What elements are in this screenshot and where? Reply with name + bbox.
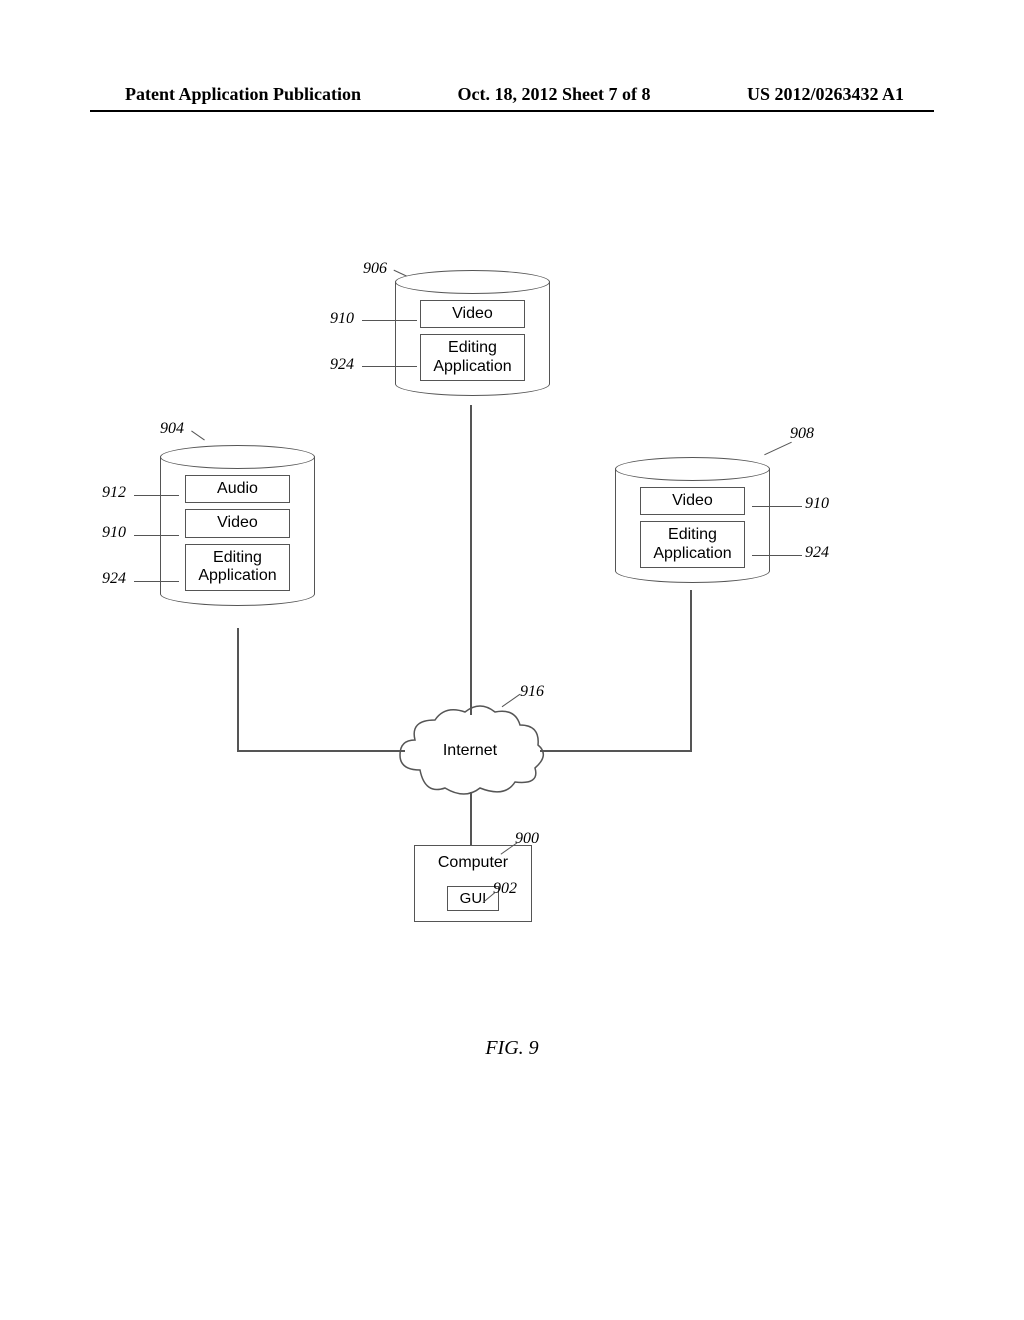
ref-910-top: 910 (330, 310, 354, 328)
box-video: Video (420, 300, 525, 328)
header-center: Oct. 18, 2012 Sheet 7 of 8 (458, 84, 651, 105)
cylinder-904: Audio Video Editing Application (160, 445, 315, 606)
ref-924-top: 924 (330, 356, 354, 374)
header-right: US 2012/0263432 A1 (747, 84, 904, 105)
ref-924-right: 924 (805, 544, 829, 562)
ref-916: 916 (520, 683, 544, 701)
ref-904: 904 (160, 420, 184, 438)
cloud-label: Internet (443, 742, 498, 759)
ref-910-right: 910 (805, 495, 829, 513)
ref-900: 900 (515, 830, 539, 848)
cylinder-908: Video Editing Application (615, 457, 770, 583)
box-editing-app: Editing Application (420, 334, 525, 381)
ref-902: 902 (493, 880, 517, 898)
figure-caption: FIG. 9 (0, 1037, 1024, 1060)
page-header: Patent Application Publication Oct. 18, … (0, 84, 1024, 105)
gui-box: GUI (447, 886, 500, 911)
box-video-right: Video (640, 487, 745, 515)
ref-906: 906 (363, 260, 387, 278)
figure-9-diagram: Video Editing Application 906 910 924 Au… (100, 270, 920, 1040)
box-video-left: Video (185, 509, 290, 537)
ref-924-left: 924 (102, 570, 126, 588)
box-audio: Audio (185, 475, 290, 503)
header-rule (90, 110, 934, 112)
ref-912: 912 (102, 484, 126, 502)
box-editing-app-left: Editing Application (185, 544, 290, 591)
cloud-internet: Internet (390, 700, 550, 800)
cylinder-906: Video Editing Application (395, 270, 550, 396)
computer-label: Computer (429, 854, 517, 872)
header-left: Patent Application Publication (125, 84, 361, 105)
ref-910-left: 910 (102, 524, 126, 542)
box-editing-app-right: Editing Application (640, 521, 745, 568)
ref-908: 908 (790, 425, 814, 443)
